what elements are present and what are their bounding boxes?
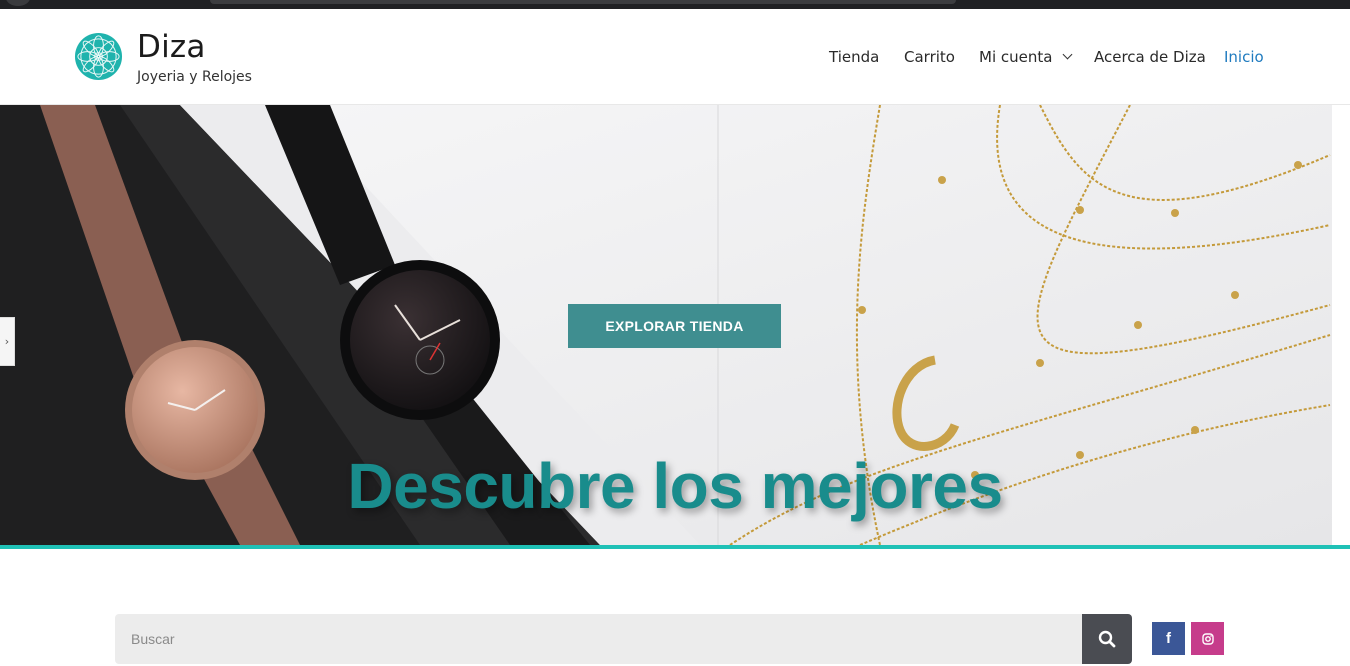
- explorar-tienda-button[interactable]: EXPLORAR TIENDA: [568, 304, 781, 348]
- search-form: [115, 614, 1132, 664]
- facebook-link[interactable]: f: [1152, 622, 1185, 655]
- hero-headline-line-2: accesorios: [300, 529, 1050, 545]
- site-header: Diza Joyeria y Relojes Tienda Carrito Mi…: [0, 9, 1350, 105]
- hero-accent-bar: [0, 545, 1350, 549]
- browser-tab-icon: [6, 0, 30, 6]
- nav-item-mi-cuenta-label: Mi cuenta: [979, 48, 1053, 66]
- chevron-down-icon: [1063, 49, 1073, 60]
- main-nav: Tienda Carrito Mi cuenta Acerca de Diza …: [0, 48, 1350, 68]
- instagram-link[interactable]: [1191, 622, 1224, 655]
- search-icon: [1098, 630, 1116, 648]
- site-tagline: Joyeria y Relojes: [137, 69, 252, 85]
- nav-item-tienda[interactable]: Tienda: [829, 48, 879, 66]
- nav-item-mi-cuenta[interactable]: Mi cuenta: [979, 48, 1073, 66]
- search-button[interactable]: [1082, 614, 1132, 664]
- hero-banner: EXPLORAR TIENDA Descubre los mejores acc…: [0, 105, 1350, 545]
- browser-top-strip: [0, 0, 1350, 9]
- facebook-icon: f: [1166, 630, 1171, 647]
- instagram-icon: [1201, 632, 1214, 645]
- nav-item-carrito[interactable]: Carrito: [904, 48, 955, 66]
- browser-url-bar[interactable]: [210, 0, 956, 4]
- slider-prev-button[interactable]: ›: [0, 317, 15, 366]
- nav-item-inicio[interactable]: Inicio: [1224, 48, 1264, 66]
- search-input[interactable]: [115, 614, 1082, 664]
- hero-headline: Descubre los mejores accesorios: [300, 443, 1050, 545]
- nav-item-acerca-de-diza[interactable]: Acerca de Diza: [1094, 48, 1206, 66]
- hero-headline-line-1: Descubre los mejores: [347, 450, 1003, 522]
